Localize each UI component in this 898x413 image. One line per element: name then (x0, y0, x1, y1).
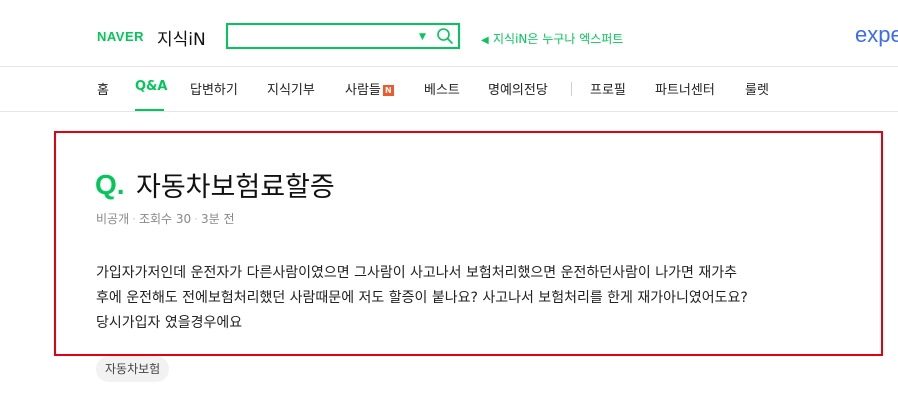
tab-donate[interactable]: 지식기부 (267, 79, 315, 98)
tab-home[interactable]: 홈 (97, 79, 109, 98)
tab-partner-center[interactable]: 파트너센터 (655, 79, 715, 98)
tab-people-label: 사람들 (345, 83, 381, 98)
tab-profile[interactable]: 프로필 (590, 79, 626, 98)
main-nav: 홈 Q&A 답변하기 지식기부 사람들 N 베스트 명예의전당 프로필 파트너센터… (0, 66, 898, 112)
question-meta: 비공개 · 조회수 30 · 3분 전 (96, 210, 235, 227)
nav-divider (571, 82, 572, 96)
kin-logo[interactable]: 지식iN (157, 25, 206, 50)
tag-chip[interactable]: 자동차보험 (96, 356, 170, 382)
search-box[interactable]: ▼ (226, 23, 460, 49)
meta-separator: · (194, 212, 198, 226)
speaker-icon: ◀ (481, 35, 489, 46)
question-mark: Q. (95, 169, 125, 200)
tab-roulette[interactable]: 룰렛 (745, 79, 769, 98)
search-input[interactable] (234, 28, 418, 48)
tab-best[interactable]: 베스트 (424, 79, 460, 98)
expert-logo[interactable]: expe (855, 22, 898, 48)
question-title: 자동차보험료할증 (136, 172, 335, 203)
view-count: 조회수 30 (138, 212, 192, 226)
post-time: 3분 전 (201, 212, 235, 226)
tab-people[interactable]: 사람들 N (345, 79, 394, 98)
new-badge: N (382, 85, 394, 96)
tab-qna[interactable]: Q&A (135, 79, 167, 94)
search-icon[interactable] (436, 27, 454, 45)
tab-hall-of-fame[interactable]: 명예의전당 (488, 79, 548, 98)
tab-answer[interactable]: 답변하기 (190, 79, 238, 98)
expert-notice-link[interactable]: ◀ 지식iN은 누구나 엑스퍼트 (481, 30, 623, 47)
search-dropdown-icon[interactable]: ▼ (419, 28, 426, 46)
question-body-line: 당시가입자 였을경우에요 (96, 315, 243, 331)
question-body-line: 가입자가저인데 운전자가 다른사람이였으면 그사람이 사고나서 보험처리했으면 … (96, 265, 737, 281)
naver-logo[interactable]: NAVER (97, 29, 144, 44)
meta-separator: · (132, 212, 136, 226)
author: 비공개 (96, 212, 130, 226)
expert-notice-text: 지식iN은 누구나 엑스퍼트 (493, 32, 624, 46)
active-tab-indicator (135, 109, 164, 111)
question-body-line: 후에 운전해도 전에보험처리했던 사람때문에 저도 할증이 붙나요? 사고나서 … (96, 290, 748, 306)
question-body: 가입자가저인데 운전자가 다른사람이였으면 그사람이 사고나서 보험처리했으면 … (96, 261, 866, 336)
header: NAVER 지식iN ▼ ◀ 지식iN은 누구나 엑스퍼트 expe (0, 0, 898, 67)
